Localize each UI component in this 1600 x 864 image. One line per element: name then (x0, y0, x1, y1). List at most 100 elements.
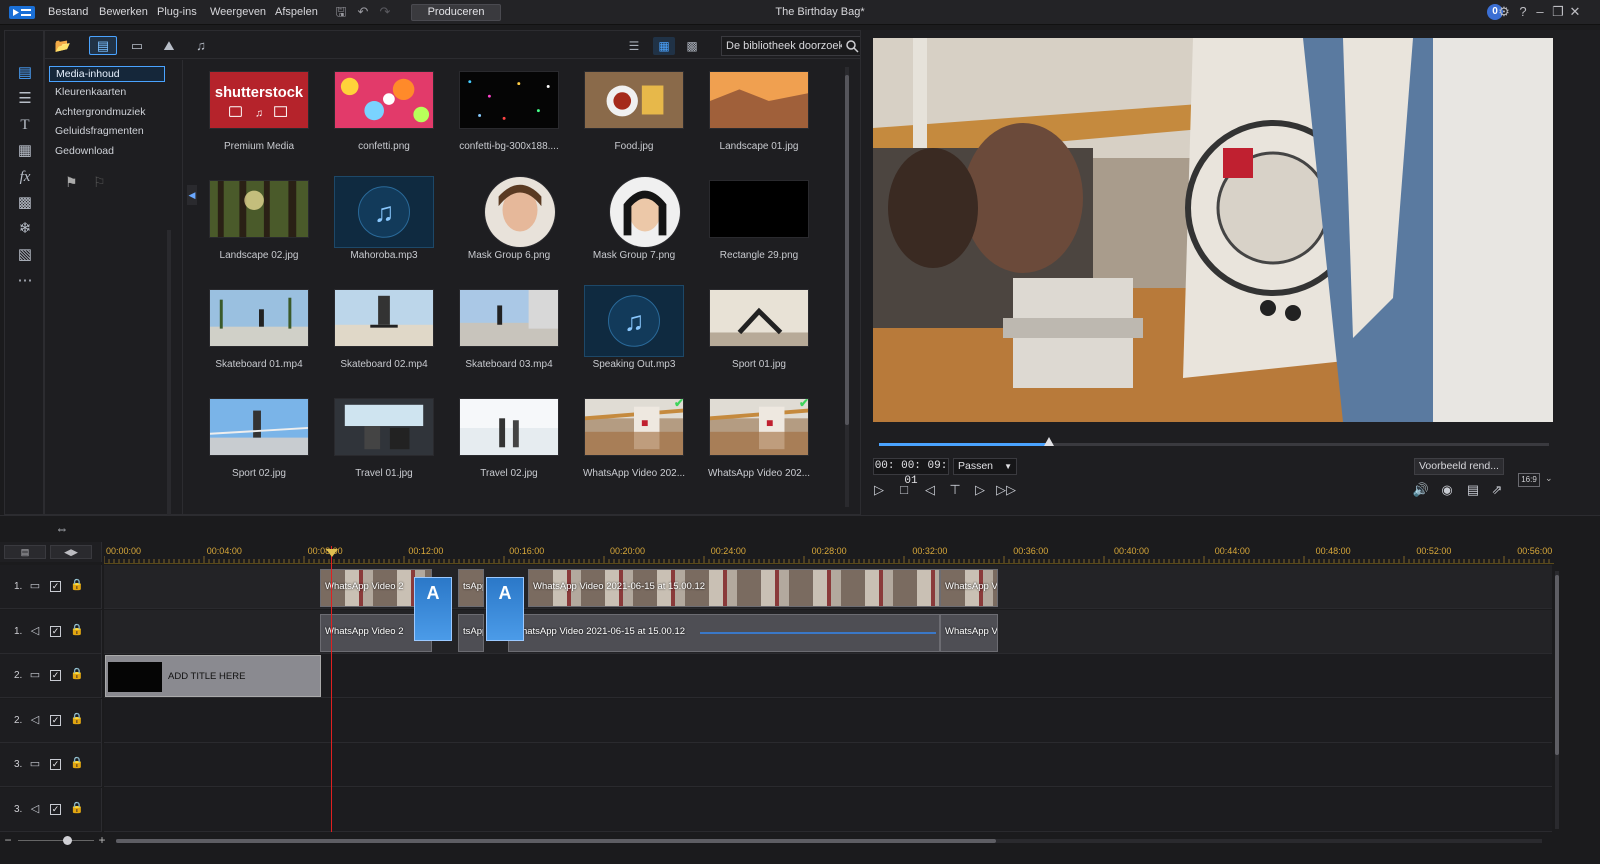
menu-plugins[interactable]: Plug-ins (157, 6, 197, 18)
media-item[interactable]: Mask Group 7.png (574, 176, 694, 281)
track-enable-checkbox[interactable]: ✓ (50, 714, 61, 726)
playhead-line[interactable] (331, 546, 332, 832)
timeline-zoom-slider[interactable] (18, 836, 94, 845)
timecode-display[interactable]: 00: 00: 09: 01 (873, 458, 949, 487)
timeline-vscroll-thumb[interactable] (1555, 575, 1559, 755)
import-media-icon[interactable]: 📂 (49, 36, 77, 55)
media-item[interactable]: Landscape 01.jpg (699, 67, 819, 172)
small-grid-view-icon[interactable]: ▩ (681, 37, 703, 55)
track-lock-icon[interactable]: 🔒 (70, 667, 84, 681)
search-icon[interactable] (845, 39, 859, 53)
play-icon[interactable]: ▷ (869, 480, 889, 500)
video-clip[interactable]: WhatsApp Video 2021-06-15 at 15.00.12 (528, 569, 940, 607)
help-icon[interactable]: ? (1514, 3, 1532, 21)
media-thumbnail[interactable] (609, 176, 681, 248)
timeline-hscroll-thumb[interactable] (116, 839, 996, 843)
media-item[interactable]: confetti-bg-300x188.... (449, 67, 569, 172)
zoom-out-icon[interactable]: − (2, 834, 14, 846)
show-colorboards-tab[interactable]: ▭ (123, 36, 151, 55)
templates-room-icon[interactable]: ☰ (14, 89, 36, 109)
timeline-view-button[interactable]: ◀▶ (50, 545, 92, 559)
track-lane-5[interactable] (104, 743, 1552, 787)
timeline-ruler[interactable]: 00:00:00 00:04:00 00:08:00 00:12:00 00:16:00… (104, 542, 1554, 564)
render-preview-button[interactable]: Voorbeeld rend... (1414, 458, 1504, 475)
aspect-ratio-button[interactable]: 16:9 (1518, 473, 1540, 487)
title-clip[interactable]: ADD TITLE HERE (105, 655, 321, 697)
more-rooms-icon[interactable]: ⋯ (14, 271, 36, 291)
media-thumbnail[interactable] (209, 398, 309, 456)
menu-file[interactable]: Bestand (48, 6, 88, 18)
transition-clip[interactable]: A (486, 577, 524, 641)
track-lane-4[interactable] (104, 698, 1552, 743)
media-item[interactable]: Food.jpg (574, 67, 694, 172)
media-item[interactable]: Landscape 02.jpg (199, 176, 319, 281)
timeline-horizontal-scrollbar[interactable] (110, 837, 1550, 845)
track-enable-checkbox[interactable]: ✓ (50, 670, 61, 681)
tree-item-color-boards[interactable]: Kleurenkaarten (49, 85, 165, 101)
next-frame-icon[interactable]: ▷ (970, 480, 990, 500)
show-videos-tab[interactable]: ▤ (89, 36, 117, 55)
track-lock-icon[interactable]: 🔒 (70, 756, 84, 770)
track-lock-icon[interactable]: 🔒 (70, 712, 84, 726)
list-view-icon[interactable]: ☰ (623, 37, 645, 55)
media-item[interactable]: confetti.png (324, 67, 444, 172)
video-clip[interactable]: WhatsApp V (940, 569, 998, 607)
fit-timeline-icon[interactable]: ⇔ (52, 520, 72, 538)
fx-room-icon[interactable]: fx (14, 167, 36, 187)
media-item[interactable]: Rectangle 29.png (699, 176, 819, 281)
tree-item-downloaded[interactable]: Gedownload (49, 144, 165, 160)
track-lane-3[interactable] (104, 654, 1552, 698)
media-item[interactable]: Skateboard 03.mp4 (449, 285, 569, 390)
media-thumbnail[interactable] (709, 71, 809, 129)
library-scrollbar[interactable] (843, 67, 851, 507)
redo-icon[interactable]: ↷ (377, 4, 393, 20)
close-icon[interactable]: ✕ (1566, 3, 1584, 21)
snapshot-camera-icon[interactable]: ◉ (1437, 480, 1457, 500)
collapse-tree-icon[interactable]: ◀ (187, 185, 197, 205)
fast-forward-icon[interactable]: ▷▷ (996, 480, 1016, 500)
zoom-slider-handle[interactable] (63, 836, 73, 845)
media-item[interactable]: ✔ WhatsApp Video 202... (699, 394, 819, 499)
particle-room-icon[interactable]: ❄ (14, 219, 36, 239)
media-item[interactable]: shutterstock ♫ Premium Media (199, 67, 319, 172)
menu-playback[interactable]: Afspelen (275, 6, 318, 18)
media-thumbnail[interactable] (334, 289, 434, 347)
restore-icon[interactable]: ❐ (1549, 3, 1567, 21)
transition-room-icon[interactable]: ▦ (14, 141, 36, 161)
video-clip[interactable]: tsApp (458, 569, 484, 607)
undock-preview-icon[interactable]: ⇗ (1487, 480, 1507, 500)
add-tag-icon[interactable]: ⚑ (65, 174, 78, 191)
track-manager-button[interactable]: ▤ (4, 545, 46, 559)
media-item[interactable]: Sport 02.jpg (199, 394, 319, 499)
show-images-tab[interactable]: ⛰ (155, 36, 183, 55)
track-enable-checkbox[interactable]: ✓ (50, 581, 61, 592)
media-item[interactable]: Skateboard 02.mp4 (324, 285, 444, 390)
media-thumbnail[interactable]: ♫ (334, 176, 434, 248)
media-room-icon[interactable]: ▤ (14, 63, 36, 83)
media-item[interactable]: Skateboard 01.mp4 (199, 285, 319, 390)
stop-icon[interactable]: □ (894, 480, 914, 500)
volume-icon[interactable]: 🔊 (1411, 480, 1431, 500)
previous-frame-icon[interactable]: ◁ (920, 480, 940, 500)
menu-view[interactable]: Weergeven (210, 6, 266, 18)
playhead-handle[interactable] (326, 549, 338, 557)
track-lane-6[interactable] (104, 787, 1552, 832)
media-thumbnail[interactable]: ♫ (584, 285, 684, 357)
remove-tag-icon[interactable]: ⚐ (93, 174, 106, 191)
tree-item-media-content[interactable]: Media-inhoud (49, 66, 165, 82)
media-item[interactable]: ✔ WhatsApp Video 202... (574, 394, 694, 499)
split-icon[interactable]: ⊤ (945, 480, 965, 500)
library-scroll-thumb[interactable] (845, 75, 849, 425)
track-enable-checkbox[interactable]: ✓ (50, 759, 61, 770)
audio-clip[interactable]: tsApp (458, 614, 484, 652)
undo-icon[interactable]: ↶ (355, 4, 371, 20)
library-search-input[interactable] (721, 36, 861, 56)
zoom-in-icon[interactable]: + (96, 834, 108, 846)
media-thumbnail[interactable] (334, 71, 434, 129)
media-thumbnail[interactable] (334, 398, 434, 456)
media-thumbnail[interactable] (584, 71, 684, 129)
media-thumbnail[interactable] (209, 289, 309, 347)
media-item[interactable]: Sport 01.jpg (699, 285, 819, 390)
track-lock-icon[interactable]: 🔒 (70, 623, 84, 637)
media-item[interactable]: ♫ Speaking Out.mp3 (574, 285, 694, 390)
